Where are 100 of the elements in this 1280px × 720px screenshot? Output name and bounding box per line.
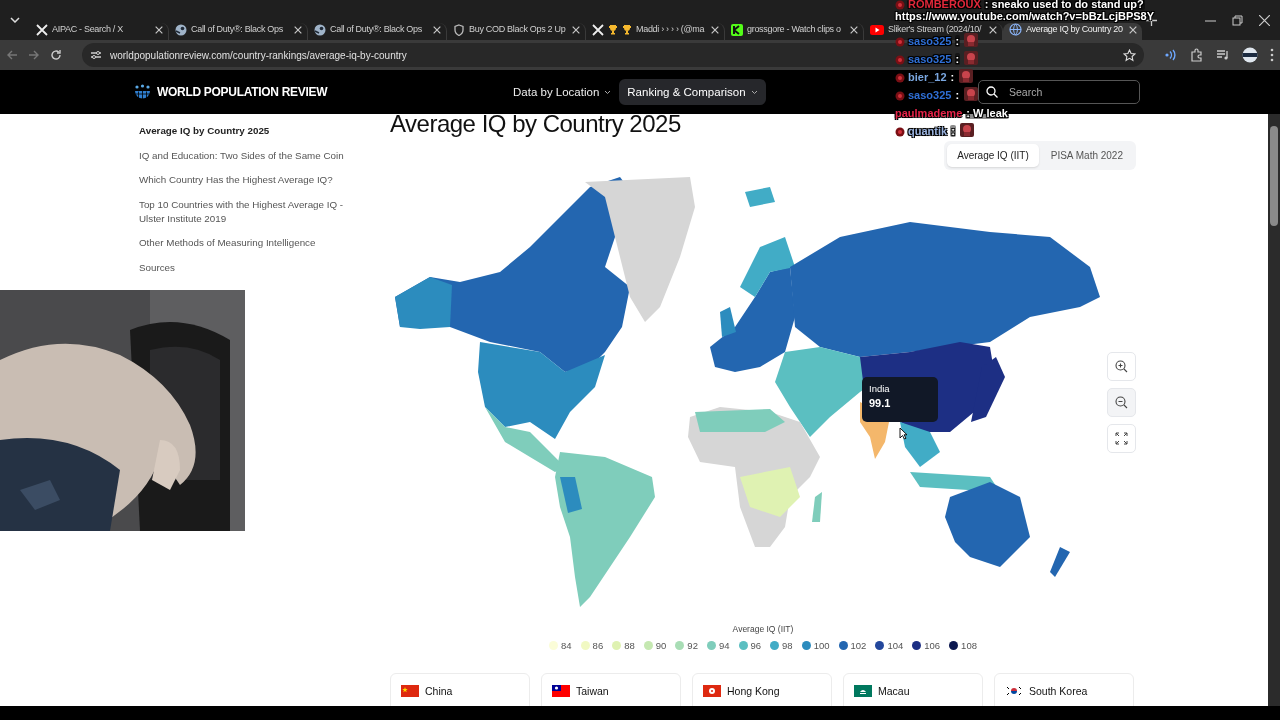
country-name: South Korea (1029, 685, 1088, 697)
search-icon (986, 86, 998, 98)
play-icon (870, 24, 884, 35)
zoom-out-icon (1115, 396, 1128, 409)
flag-icon (552, 685, 570, 697)
address-bar-url[interactable]: worldpopulationreview.com/country-rankings/average-iq-by-country (110, 49, 407, 61)
star-icon[interactable] (1123, 48, 1136, 62)
media-queue-icon[interactable] (1216, 49, 1230, 61)
country-card[interactable]: Macau (843, 673, 983, 706)
x-logo-icon (36, 23, 48, 36)
shield-icon (453, 23, 465, 36)
logo-icon[interactable] (134, 83, 151, 101)
legend-label: 96 (750, 640, 762, 651)
country-name: Taiwan (576, 685, 609, 697)
close-icon[interactable] (432, 24, 442, 35)
emote-icon (959, 69, 974, 83)
chat-username: bier_12 (908, 71, 947, 83)
close-icon[interactable] (571, 24, 581, 35)
chat-username: quantik (908, 125, 948, 137)
nav-menu-button[interactable]: Data by Location (505, 79, 620, 105)
legend-label: 92 (687, 640, 698, 651)
more-menu-icon[interactable] (1270, 48, 1274, 62)
flag-icon (401, 685, 419, 697)
cursor-icon (899, 427, 908, 440)
country-card[interactable]: South Korea (994, 673, 1134, 706)
steam-icon (175, 23, 187, 36)
flag-icon (703, 685, 721, 697)
legend-label: 102 (850, 640, 867, 651)
close-icon[interactable] (710, 24, 720, 35)
legend-label: 106 (924, 640, 941, 651)
flag-icon (854, 685, 872, 697)
site-info-icon[interactable] (90, 49, 102, 61)
country-name: Hong Kong (727, 685, 780, 697)
app-icon (731, 23, 743, 36)
toc-link[interactable]: IQ and Education: Two Sides of the Same Coin (139, 148, 361, 163)
emote-icon (964, 51, 979, 65)
close-icon[interactable] (293, 24, 303, 35)
country-card[interactable]: China (390, 673, 530, 706)
close-icon[interactable] (1259, 14, 1270, 26)
legend-label: 90 (655, 640, 667, 651)
country-card[interactable]: Hong Kong (692, 673, 832, 706)
tooltip-value: 99.1 (869, 397, 892, 409)
zoom-out-button[interactable] (1107, 388, 1136, 417)
trophy-icon (608, 24, 618, 35)
close-icon[interactable] (849, 24, 859, 35)
restore-icon[interactable] (1232, 14, 1243, 26)
toc-link[interactable]: Other Methods of Measuring Intelligence (139, 236, 361, 250)
fullscreen-icon (1115, 432, 1128, 445)
site-logo-text[interactable]: WORLD POPULATION REVIEW (157, 85, 328, 99)
reload-icon[interactable] (50, 49, 62, 61)
toggle-option[interactable]: Average IQ (IIT) (947, 144, 1039, 167)
trophy-icon (622, 24, 632, 35)
zoom-in-icon (1115, 360, 1128, 373)
emote-icon (964, 33, 979, 47)
search-field[interactable]: Search (978, 80, 1140, 104)
nav-menu-button[interactable]: Ranking & Comparison (619, 79, 766, 105)
back-icon[interactable] (6, 49, 18, 61)
chevron-down-icon[interactable] (10, 17, 20, 23)
chat-username: saso325 (908, 89, 952, 101)
chat-username: saso325 (908, 53, 952, 65)
toc-link[interactable]: Which Country Has the Highest Average IQ? (139, 173, 361, 187)
legend-label: 100 (813, 640, 830, 651)
legend-label: 94 (718, 640, 730, 651)
globe-icon (1009, 23, 1022, 36)
fullscreen-button[interactable] (1107, 424, 1136, 453)
flag-icon (1005, 685, 1023, 697)
chat-username: ROMBEROUX (908, 0, 981, 10)
page-title: Average IQ by Country 2025 (390, 114, 681, 136)
legend-label: 86 (592, 640, 604, 651)
legend-title: Average IQ (IIT) (731, 624, 795, 634)
legend-label: 88 (624, 640, 635, 651)
chevron-down-icon (604, 89, 612, 95)
legend-label: 84 (561, 640, 572, 651)
scrollbar-thumb[interactable] (1270, 126, 1278, 226)
steam-icon (314, 23, 326, 36)
extensions-icon[interactable] (1190, 48, 1204, 62)
chat-badge-icon (895, 127, 905, 137)
toggle-option[interactable]: PISA Math 2022 (1040, 144, 1133, 167)
close-icon[interactable] (988, 24, 998, 35)
toc-link[interactable]: Sources (139, 260, 361, 275)
country-card[interactable]: Taiwan (541, 673, 681, 706)
toc-link[interactable]: Average IQ by Country 2025 (139, 124, 361, 138)
chat-message-text: : W leak (965, 107, 1009, 119)
chevron-down-icon (750, 89, 758, 95)
tooltip-country: India (869, 383, 891, 394)
legend-label: 104 (887, 640, 904, 651)
legend-label: 108 (961, 640, 977, 651)
profile-avatar-icon[interactable] (1242, 47, 1258, 63)
legend-label: 98 (782, 640, 793, 651)
browser-tab[interactable]: Average IQ by Country 20 (1003, 23, 1142, 40)
country-name: China (425, 685, 453, 697)
x-logo-icon (592, 23, 604, 36)
close-icon[interactable] (1128, 24, 1138, 35)
chat-badge-icon (895, 0, 905, 10)
chat-link[interactable]: https://www.youtube.com/watch?v=bBzLcjBPS8Y (895, 10, 1155, 22)
cast-waves-icon[interactable] (1164, 49, 1178, 61)
toc-link[interactable]: Top 10 Countries with the Highest Average IQ - Ulster Institute 2019 (139, 197, 361, 226)
zoom-in-button[interactable] (1107, 352, 1136, 381)
close-icon[interactable] (154, 24, 164, 35)
forward-icon[interactable] (28, 49, 40, 61)
